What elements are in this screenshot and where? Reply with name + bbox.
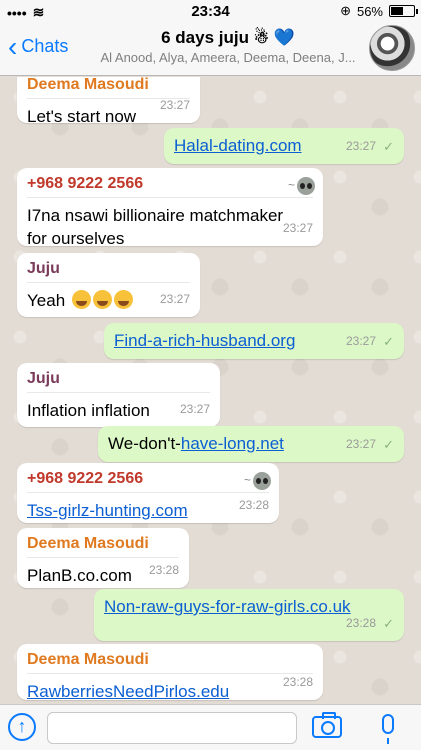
- message-sender: Juju: [27, 369, 210, 393]
- upload-arrow-icon[interactable]: ↑: [8, 713, 36, 741]
- message-time: 23:27: [345, 139, 376, 153]
- message-time: 23:28: [345, 616, 376, 630]
- message-link[interactable]: Non-raw-guys-for-raw-girls.co.uk: [104, 597, 351, 616]
- message-link[interactable]: Halal-dating.com: [174, 136, 302, 155]
- read-check-icon: ✓: [383, 616, 394, 631]
- message-text: We-don't-: [108, 434, 181, 453]
- group-avatar[interactable]: [369, 25, 415, 71]
- sender-status: ~: [244, 469, 271, 492]
- back-button[interactable]: ‹ Chats: [8, 30, 69, 62]
- message-bubble-incoming[interactable]: +968 9222 2566 ~ I7na nsawi billionaire …: [17, 168, 323, 248]
- message-sender: +968 9222 2566: [27, 174, 313, 198]
- read-check-icon: ✓: [383, 139, 394, 154]
- orientation-lock-icon: ⊕: [340, 3, 351, 18]
- camera-icon[interactable]: [312, 712, 342, 738]
- message-bubble-outgoing[interactable]: Halal-dating.com 23:27 ✓: [164, 128, 404, 164]
- message-bubble-outgoing[interactable]: Non-raw-guys-for-raw-girls.co.uk 23:28 ✓: [94, 589, 404, 641]
- message-sender: Juju: [27, 259, 190, 283]
- status-right: ⊕ 56%: [340, 3, 418, 19]
- message-sender: Deema Masoudi: [27, 650, 313, 674]
- tears-of-joy-emoji: [71, 290, 91, 309]
- chat-header: ‹ Chats 6 days juju ☃ 💙 Al Anood, Alya, …: [0, 22, 421, 76]
- message-sender: +968 9222 2566: [27, 469, 269, 493]
- chat-title-text: 6 days juju: [161, 28, 249, 47]
- status-bar: •••• ≋ 23:34 ⊕ 56%: [0, 0, 421, 22]
- message-sender: Deema Masoudi: [27, 534, 179, 558]
- chevron-left-icon: ‹: [8, 30, 18, 62]
- message-time: 23:28: [282, 675, 313, 689]
- message-time: 23:28: [148, 563, 179, 577]
- chat-participants: Al Anood, Alya, Ameera, Deema, Deena, J.…: [100, 50, 356, 65]
- message-bubble-outgoing[interactable]: We-don't-have-long.net 23:27 ✓: [98, 426, 404, 462]
- tears-of-joy-emoji: [92, 290, 112, 309]
- message-text: Yeah: [27, 291, 66, 310]
- message-text: I7na nsawi billionaire matchmaker for ou…: [27, 206, 284, 248]
- message-link[interactable]: Tss-girlz-hunting.com: [27, 501, 188, 520]
- alien-emoji-icon: [253, 471, 271, 490]
- snowman-emoji: ☃: [253, 28, 269, 47]
- message-bubble-incoming[interactable]: Juju Inflation inflation 23:27: [17, 363, 220, 427]
- battery-percentage: 56%: [356, 3, 383, 19]
- battery-fill: [391, 7, 404, 15]
- sender-status: ~: [288, 174, 315, 197]
- chat-title-area[interactable]: 6 days juju ☃ 💙 Al Anood, Alya, Ameera, …: [88, 28, 368, 65]
- message-input-bar: ↑: [0, 704, 421, 750]
- alien-emoji-icon: [297, 176, 315, 195]
- message-time: 23:27: [345, 334, 376, 348]
- message-bubble-incoming[interactable]: Deema Masoudi RawberriesNeedPirlos.edu 2…: [17, 644, 323, 701]
- message-time: 23:27: [345, 437, 376, 451]
- message-bubble-incoming[interactable]: Juju Yeah 23:27: [17, 253, 200, 317]
- chat-area[interactable]: Deema Masoudi Let's start now 23:27 Hala…: [0, 77, 421, 704]
- blue-heart-emoji: 💙: [273, 28, 295, 47]
- tears-of-joy-emoji: [113, 290, 133, 309]
- microphone-icon[interactable]: [382, 714, 394, 744]
- tilde-mark: ~: [243, 473, 251, 487]
- message-time: 23:28: [238, 498, 269, 512]
- message-link[interactable]: RawberriesNeedPirlos.edu: [27, 682, 229, 701]
- message-link[interactable]: have-long.net: [181, 434, 284, 453]
- battery-icon: [389, 5, 418, 17]
- message-time: 23:27: [282, 221, 313, 235]
- read-check-icon: ✓: [383, 437, 394, 452]
- message-time: 23:27: [179, 402, 210, 416]
- tilde-mark: ~: [287, 178, 295, 192]
- back-label: Chats: [21, 36, 69, 56]
- message-bubble-incoming[interactable]: Deema Masoudi Let's start now 23:27: [17, 77, 200, 126]
- message-link[interactable]: Find-a-rich-husband.org: [114, 331, 295, 350]
- message-time: 23:27: [159, 292, 190, 306]
- message-bubble-incoming[interactable]: Deema Masoudi PlanB.co.com 23:28: [17, 528, 189, 588]
- message-input[interactable]: [47, 712, 297, 744]
- message-time: 23:27: [159, 98, 190, 112]
- read-check-icon: ✓: [383, 334, 394, 349]
- message-bubble-outgoing[interactable]: Find-a-rich-husband.org 23:27 ✓: [104, 323, 404, 359]
- message-bubble-incoming[interactable]: +968 9222 2566 ~ Tss-girlz-hunting.com 2…: [17, 463, 279, 523]
- chat-title: 6 days juju ☃ 💙: [88, 28, 368, 48]
